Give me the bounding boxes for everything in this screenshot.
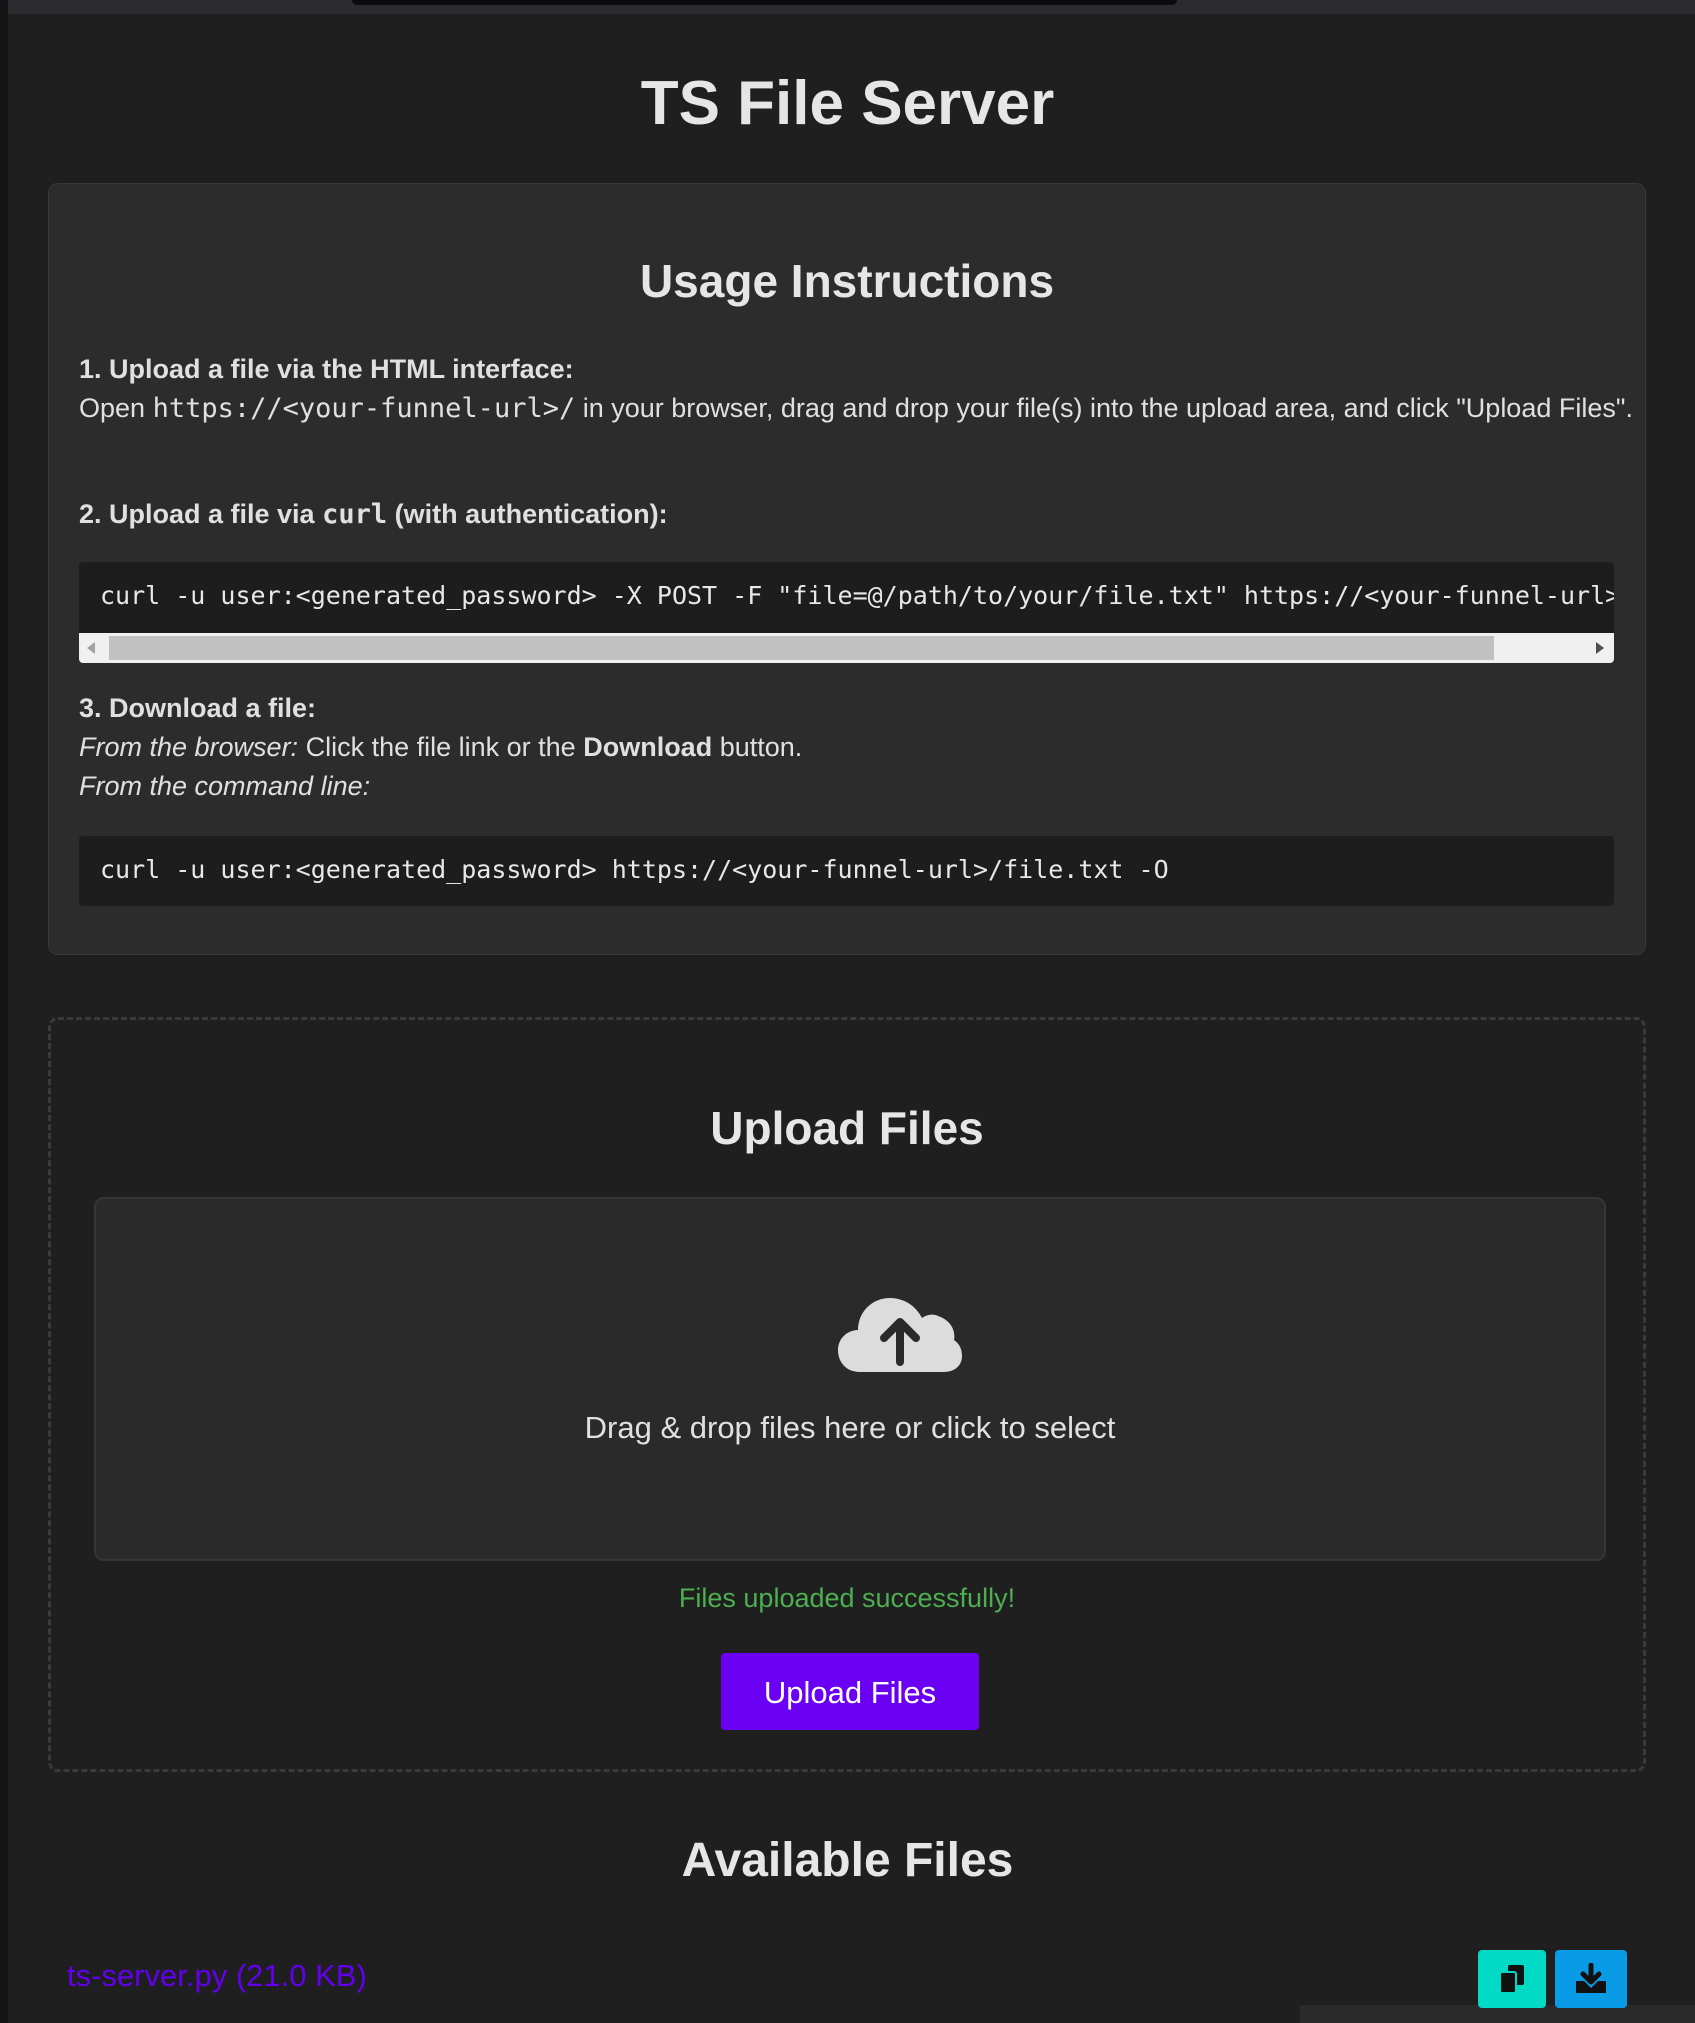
step-3-cli-label: From the command line:	[79, 771, 371, 801]
upload-command-block[interactable]: curl -u user:<generated_password> -X POS…	[79, 562, 1614, 663]
step-3: 3. Download a file: From the browser: Cl…	[79, 689, 1619, 806]
browser-top-bar	[0, 0, 1695, 14]
download-button[interactable]	[1555, 1950, 1627, 2008]
step-1-open: Open	[79, 393, 146, 423]
file-link[interactable]: ts-server.py (21.0 KB)	[67, 1958, 367, 1994]
available-files-heading: Available Files	[681, 1834, 1014, 1887]
drop-zone-text: Drag & drop files here or click to selec…	[584, 1410, 1116, 1445]
drop-zone[interactable]: Drag & drop files here or click to selec…	[94, 1197, 1606, 1561]
file-size: (21.0 KB)	[235, 1958, 367, 1993]
copy-icon	[1499, 1965, 1524, 1994]
upload-heading: Upload Files	[710, 1102, 984, 1154]
upload-files-button[interactable]: Upload Files	[721, 1653, 979, 1730]
scrollbar-thumb[interactable]	[109, 636, 1494, 660]
upload-command: curl -u user:<generated_password> -X POS…	[100, 581, 1614, 610]
step-1: 1. Upload a file via the HTML interface:…	[79, 350, 1659, 428]
download-command: curl -u user:<generated_password> https:…	[100, 855, 1169, 884]
step-1-text: in your browser, drag and drop your file…	[582, 393, 1633, 423]
upload-status-message: Files uploaded successfully!	[678, 1583, 1016, 1613]
file-name: ts-server.py	[67, 1958, 228, 1993]
step-3-browser-text-end: button.	[719, 732, 803, 762]
step-2-suffix: (with authentication):	[394, 499, 668, 529]
step-1-title: 1. Upload a file via the HTML interface:	[79, 354, 574, 384]
step-3-title: 3. Download a file:	[79, 693, 317, 723]
scroll-right-icon[interactable]	[1596, 642, 1604, 654]
cloud-upload-icon	[838, 1298, 962, 1372]
step-2-prefix: 2. Upload a file via	[79, 499, 315, 529]
step-2: 2. Upload a file via curl (with authenti…	[79, 495, 668, 534]
step-1-url: https://<your-funnel-url>/	[152, 393, 576, 424]
download-icon	[1576, 1963, 1606, 1993]
scroll-left-icon[interactable]	[87, 642, 95, 654]
usage-instructions-card: Usage Instructions 1. Upload a file via …	[48, 183, 1646, 955]
step-3-browser-text: Click the file link or the	[305, 732, 576, 762]
copy-link-button[interactable]	[1478, 1950, 1546, 2008]
step-3-download-word: Download	[583, 732, 713, 762]
page-title: TS File Server	[640, 69, 1055, 138]
window-notch	[352, 0, 1177, 5]
window-edge	[0, 0, 8, 2023]
horizontal-scrollbar[interactable]	[79, 633, 1614, 663]
step-3-browser-label: From the browser:	[79, 732, 299, 762]
upload-section: Upload Files Drag & drop files here or c…	[48, 1017, 1646, 1772]
step-2-code: curl	[322, 499, 388, 530]
download-command-block[interactable]: curl -u user:<generated_password> https:…	[79, 836, 1614, 906]
instructions-heading: Usage Instructions	[639, 255, 1055, 307]
